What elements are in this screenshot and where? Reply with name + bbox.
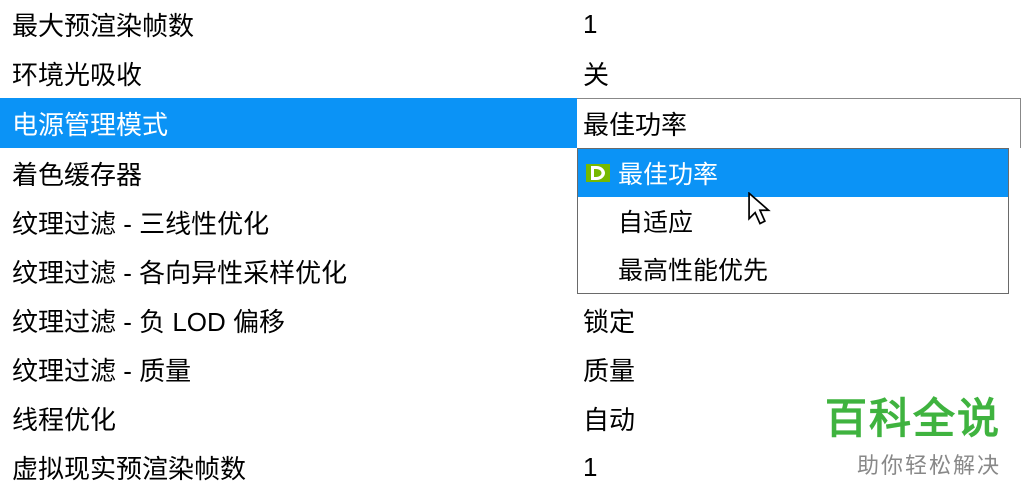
setting-label: 电源管理模式 <box>0 105 577 142</box>
setting-label: 环境光吸收 <box>0 55 577 92</box>
watermark-title: 百科全说 <box>825 385 1001 446</box>
setting-row-ambient-occlusion[interactable]: 环境光吸收 关 <box>0 49 1021 98</box>
dropdown-option-max-performance[interactable]: 最高性能优先 <box>578 245 1008 293</box>
dropdown-option-adaptive[interactable]: 自适应 <box>578 197 1008 245</box>
setting-value: 锁定 <box>577 302 1021 339</box>
nvidia-icon <box>586 164 610 182</box>
setting-label: 纹理过滤 - 三线性优化 <box>0 204 577 241</box>
setting-label: 着色缓存器 <box>0 155 577 192</box>
setting-row-texture-neg-lod-bias[interactable]: 纹理过滤 - 负 LOD 偏移 锁定 <box>0 296 1021 345</box>
setting-label: 纹理过滤 - 负 LOD 偏移 <box>0 302 577 339</box>
setting-value: 1 <box>577 9 1021 40</box>
setting-row-max-prerendered-frames[interactable]: 最大预渲染帧数 1 <box>0 0 1021 49</box>
setting-label: 线程优化 <box>0 400 577 437</box>
setting-label: 纹理过滤 - 质量 <box>0 351 577 388</box>
power-mode-dropdown[interactable]: 最佳功率 自适应 最高性能优先 <box>577 148 1009 294</box>
setting-row-power-management-mode[interactable]: 电源管理模式 最佳功率 <box>0 98 1021 148</box>
watermark-subtitle: 助你轻松解决 <box>825 448 1001 480</box>
dropdown-option-label: 最高性能优先 <box>618 251 768 287</box>
setting-value: 质量 <box>577 351 1021 388</box>
dropdown-option-optimal-power[interactable]: 最佳功率 <box>578 149 1008 197</box>
watermark: 百科全说 助你轻松解决 <box>825 385 1001 480</box>
dropdown-option-label: 自适应 <box>618 203 693 239</box>
setting-label: 虚拟现实预渲染帧数 <box>0 449 577 486</box>
setting-label: 纹理过滤 - 各向异性采样优化 <box>0 253 577 290</box>
setting-value: 关 <box>577 55 1021 92</box>
dropdown-option-label: 最佳功率 <box>618 155 718 191</box>
setting-label: 最大预渲染帧数 <box>0 6 577 43</box>
setting-value-dropdown[interactable]: 最佳功率 <box>577 98 1021 148</box>
